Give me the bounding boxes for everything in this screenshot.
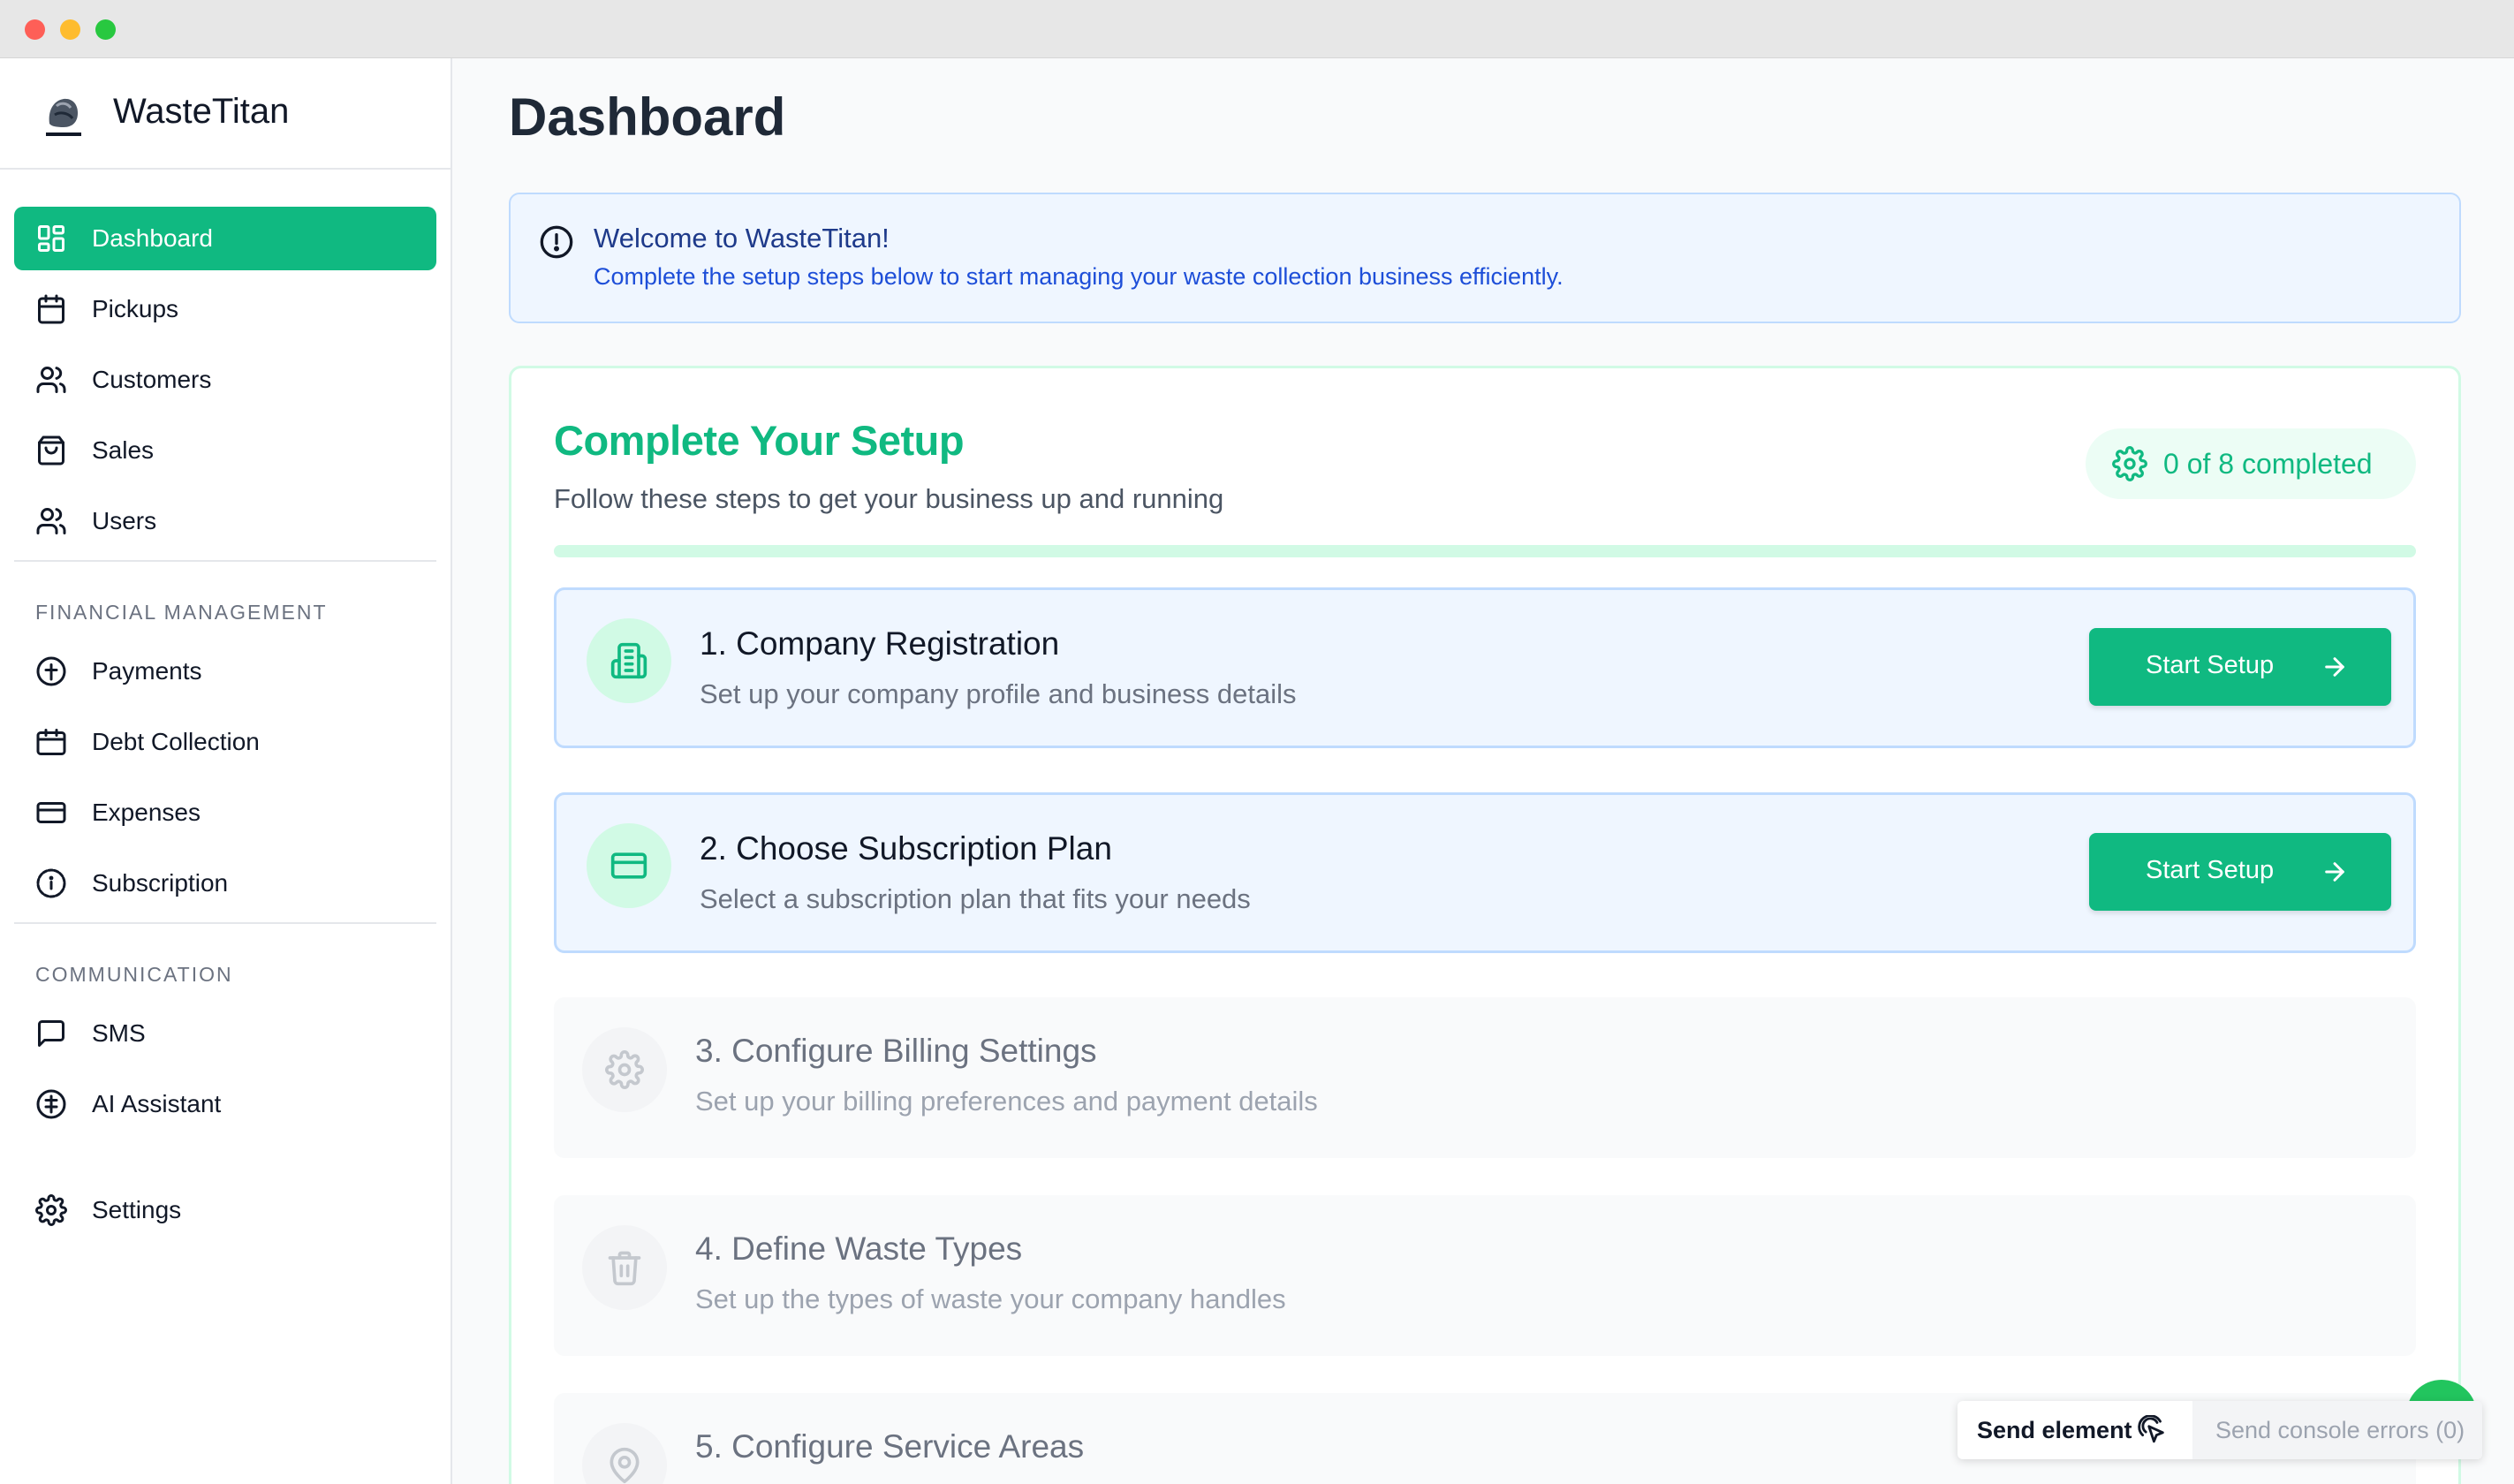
building-icon — [610, 642, 647, 679]
calendar-icon — [38, 294, 64, 324]
alert-title: Welcome to WasteTitan! — [594, 223, 890, 254]
progress-bar — [554, 545, 2416, 557]
brand: WasteTitan — [0, 58, 451, 170]
start-setup-label: Start Setup — [2146, 856, 2275, 884]
step-title: 2. Choose Subscription Plan — [700, 830, 1112, 867]
users-icon — [36, 367, 66, 393]
step-icon-circle — [582, 1225, 667, 1310]
step-icon-circle — [582, 1423, 667, 1484]
arrow-right-icon — [2325, 657, 2344, 677]
progress-label: 0 of 8 completed — [2163, 448, 2373, 480]
credit-card-icon — [610, 852, 647, 879]
sidebar-item-customers[interactable]: Customers — [14, 348, 436, 412]
page-title: Dashboard — [509, 87, 786, 147]
sidebar-item-sms[interactable]: SMS — [14, 1002, 436, 1065]
step-description: Set up your company profile and business… — [700, 678, 1297, 709]
credit-card-icon — [36, 802, 66, 823]
sidebar: WasteTitan Dashboard Pickups Customers S… — [0, 58, 452, 1484]
step-description: Select a subscription plan that fits you… — [700, 883, 1251, 914]
step-icon-circle — [587, 823, 671, 908]
sidebar-item-dashboard[interactable]: Dashboard — [14, 207, 436, 270]
step-title: 1. Company Registration — [700, 625, 1060, 662]
start-setup-label: Start Setup — [2146, 651, 2275, 679]
sidebar-item-label: Sales — [92, 436, 155, 464]
sidebar-item-label: Expenses — [92, 799, 201, 826]
step-title: 3. Configure Billing Settings — [695, 1033, 1097, 1069]
shopping-bag-icon — [38, 435, 64, 466]
send-console-errors-label: Send console errors (0) — [2215, 1417, 2465, 1443]
app-name: WasteTitan — [113, 92, 290, 131]
sidebar-item-subscription[interactable]: Subscription — [14, 852, 436, 915]
gear-icon — [605, 1050, 644, 1089]
message-square-icon — [38, 1020, 64, 1047]
arrow-right-icon — [2325, 862, 2344, 882]
circle-arrow-up-icon — [36, 656, 66, 686]
circle-lines-icon — [36, 1089, 66, 1119]
alert-text: Complete the setup steps below to start … — [594, 263, 1564, 290]
section-title-financial: FINANCIAL MANAGEMENT — [35, 601, 328, 624]
sidebar-item-ai-assistant[interactable]: AI Assistant — [14, 1072, 436, 1136]
setup-step-company-registration: 1. Company Registration Set up your comp… — [554, 587, 2416, 748]
window-titlebar — [0, 0, 2514, 58]
setup-subtitle: Follow these steps to get your business … — [554, 483, 1224, 514]
gear-icon — [2112, 446, 2147, 481]
welcome-alert: Welcome to WasteTitan! Complete the setu… — [509, 193, 2461, 323]
step-icon-circle — [587, 618, 671, 703]
sidebar-divider — [14, 560, 436, 562]
sidebar-item-label: Subscription — [92, 869, 229, 897]
pointer-click-icon — [2138, 1415, 2164, 1443]
maximize-window-button[interactable] — [95, 19, 116, 40]
setup-step-waste-types: 4. Define Waste Types Set up the types o… — [554, 1195, 2416, 1356]
main-content: Dashboard Welcome to WasteTitan! Complet… — [452, 58, 2514, 1484]
sidebar-item-label: Settings — [92, 1196, 182, 1223]
step-description: Set up your billing preferences and paym… — [695, 1086, 1318, 1117]
sidebar-item-label: SMS — [92, 1019, 146, 1047]
setup-card: Complete Your Setup Follow these steps t… — [509, 366, 2461, 1484]
minimize-window-button[interactable] — [60, 19, 80, 40]
step-description: Set up the types of waste your company h… — [695, 1283, 1286, 1314]
sidebar-item-users[interactable]: Users — [14, 489, 436, 553]
progress-badge: 0 of 8 completed — [2086, 428, 2416, 499]
start-setup-button[interactable]: Start Setup — [2089, 628, 2391, 706]
setup-title: Complete Your Setup — [554, 417, 965, 464]
setup-step-subscription-plan: 2. Choose Subscription Plan Select a sub… — [554, 792, 2416, 953]
sidebar-item-label: AI Assistant — [92, 1090, 222, 1117]
sidebar-item-label: Customers — [92, 366, 212, 393]
sidebar-item-label: Dashboard — [92, 224, 213, 252]
info-circle-icon — [36, 868, 66, 898]
send-console-errors-button[interactable]: Send console errors (0) — [2192, 1401, 2482, 1459]
step-icon-circle — [582, 1027, 667, 1112]
step-title: 4. Define Waste Types — [695, 1230, 1023, 1267]
send-element-button[interactable]: Send element — [1977, 1417, 2132, 1444]
setup-step-billing-settings: 3. Configure Billing Settings Set up you… — [554, 997, 2416, 1158]
sidebar-divider — [14, 922, 436, 924]
sidebar-item-label: Debt Collection — [92, 728, 260, 755]
sidebar-item-label: Users — [92, 507, 157, 534]
gear-icon — [35, 1194, 67, 1226]
map-pin-icon — [610, 1447, 640, 1484]
dev-toolbar: Send element Send console errors (0) — [1957, 1401, 2482, 1459]
section-title-communication: COMMUNICATION — [35, 963, 233, 986]
sidebar-item-debt-collection[interactable]: Debt Collection — [14, 710, 436, 774]
alert-circle-icon — [540, 225, 573, 259]
step-title: 5. Configure Service Areas — [695, 1428, 1085, 1465]
sidebar-item-sales[interactable]: Sales — [14, 419, 436, 482]
users-icon — [36, 508, 66, 534]
sidebar-item-payments[interactable]: Payments — [14, 640, 436, 703]
calendar-icon — [36, 729, 66, 755]
start-setup-button[interactable]: Start Setup — [2089, 833, 2391, 911]
sidebar-item-settings[interactable]: Settings — [14, 1178, 436, 1242]
trash-icon — [608, 1251, 641, 1286]
wastetitan-logo-icon — [46, 98, 81, 136]
sidebar-item-pickups[interactable]: Pickups — [14, 277, 436, 341]
sidebar-item-label: Payments — [92, 657, 202, 685]
sidebar-item-label: Pickups — [92, 295, 179, 322]
sidebar-item-expenses[interactable]: Expenses — [14, 781, 436, 844]
dashboard-grid-icon — [38, 225, 64, 252]
close-window-button[interactable] — [25, 19, 45, 40]
